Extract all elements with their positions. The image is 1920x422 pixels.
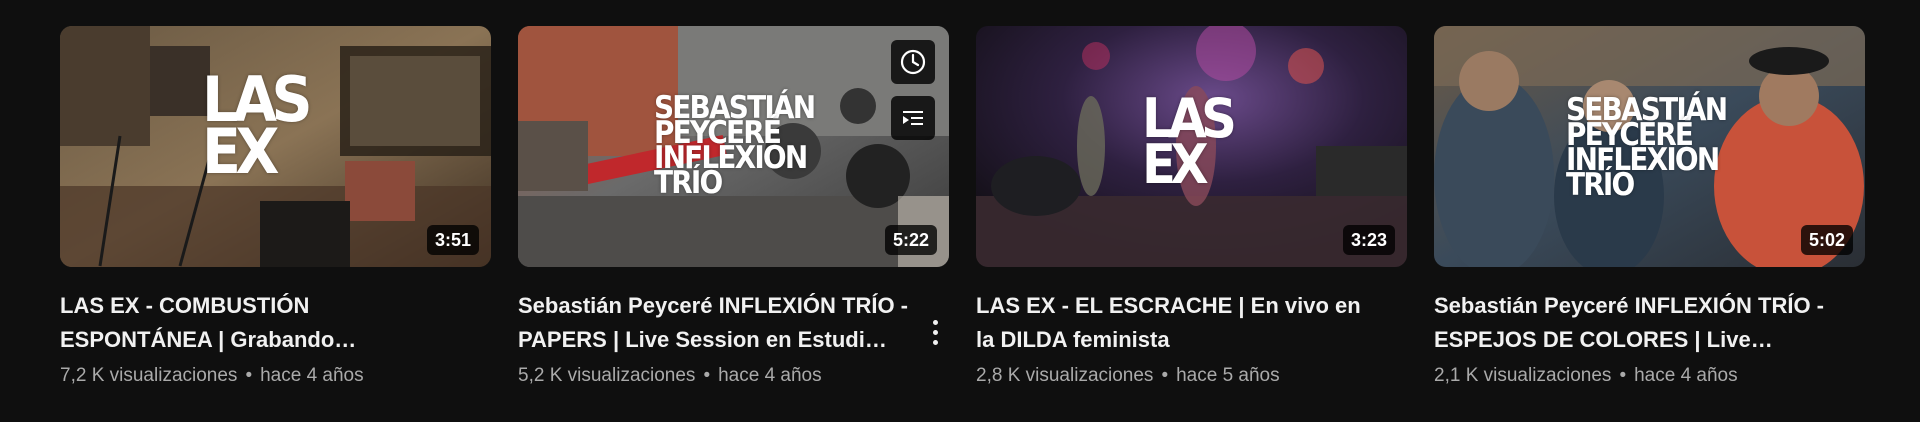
video-thumbnail[interactable]: LAS EX 3:23 xyxy=(976,26,1407,267)
watch-later-button[interactable] xyxy=(891,40,935,84)
thumbnail-overlay-text: LAS EX xyxy=(1142,87,1237,196)
video-card[interactable]: LAS EX 3:23 LAS EX - EL ESCRACHE | En vi… xyxy=(976,26,1407,389)
video-title[interactable]: Sebastián Peyceré INFLEXIÓN TRÍO - ESPEJ… xyxy=(1434,289,1829,357)
watch-later-icon xyxy=(900,49,926,75)
more-vert-icon xyxy=(932,319,938,325)
thumbnail-overlay-text: SEBASTIÁN PEYCERÉ INFLEXION TRÍO xyxy=(654,90,816,201)
more-actions-button[interactable] xyxy=(923,312,947,352)
meta-separator: • xyxy=(703,365,711,386)
duration-badge: 5:02 xyxy=(1800,225,1853,255)
video-thumbnail[interactable]: SEBASTIÁN PEYCERÉ INFLEXION TRÍO 5:02 xyxy=(1434,26,1865,267)
duration-badge: 3:23 xyxy=(1342,225,1395,255)
video-card[interactable]: SEBASTIÁN PEYCERÉ INFLEXION TRÍO 5:02 Se… xyxy=(1434,26,1865,389)
more-vert-icon-dot xyxy=(932,329,938,335)
video-card[interactable]: LAS EX 3:51 LAS EX - COMBUSTIÓN ESPONTÁN… xyxy=(60,26,491,389)
video-thumbnail[interactable]: SEBASTIÁN PEYCERÉ INFLEXION TRÍO 5:22 xyxy=(518,26,949,267)
meta-separator: • xyxy=(1161,365,1169,386)
video-title[interactable]: LAS EX - COMBUSTIÓN ESPONTÁNEA | Graband… xyxy=(60,289,455,357)
view-count: 7,2 K visualizaciones xyxy=(60,365,238,386)
more-vert-icon-dot xyxy=(932,339,938,345)
upload-age: hace 4 años xyxy=(718,365,822,386)
video-card[interactable]: SEBASTIÁN PEYCERÉ INFLEXION TRÍO 5:22 Se… xyxy=(518,26,949,389)
upload-age: hace 4 años xyxy=(260,365,364,386)
duration-badge: 5:22 xyxy=(884,225,937,255)
meta-separator: • xyxy=(1619,365,1627,386)
view-count: 2,8 K visualizaciones xyxy=(976,365,1154,386)
meta-separator: • xyxy=(245,365,253,386)
video-meta: 7,2 K visualizaciones • hace 4 años xyxy=(60,363,491,389)
add-to-queue-button[interactable] xyxy=(891,96,935,140)
upload-age: hace 5 años xyxy=(1176,365,1280,386)
video-title[interactable]: Sebastián Peyceré INFLEXIÓN TRÍO - PAPER… xyxy=(518,289,913,357)
thumbnail-overlay-text: LAS EX xyxy=(202,63,313,188)
upload-age: hace 4 años xyxy=(1634,365,1738,386)
video-grid: LAS EX 3:51 LAS EX - COMBUSTIÓN ESPONTÁN… xyxy=(60,26,1865,389)
video-title[interactable]: LAS EX - EL ESCRACHE | En vivo en la DIL… xyxy=(976,289,1371,357)
video-thumbnail[interactable]: LAS EX 3:51 xyxy=(60,26,491,267)
view-count: 5,2 K visualizaciones xyxy=(518,365,696,386)
video-meta: 2,8 K visualizaciones • hace 5 años xyxy=(976,363,1407,389)
duration-badge: 3:51 xyxy=(426,225,479,255)
thumbnail-overlay-text: SEBASTIÁN PEYCERÉ INFLEXION TRÍO xyxy=(1566,92,1728,203)
video-meta: 2,1 K visualizaciones • hace 4 años xyxy=(1434,363,1865,389)
view-count: 2,1 K visualizaciones xyxy=(1434,365,1612,386)
video-meta: 5,2 K visualizaciones • hace 4 años xyxy=(518,363,949,389)
add-to-queue-icon xyxy=(903,111,923,125)
